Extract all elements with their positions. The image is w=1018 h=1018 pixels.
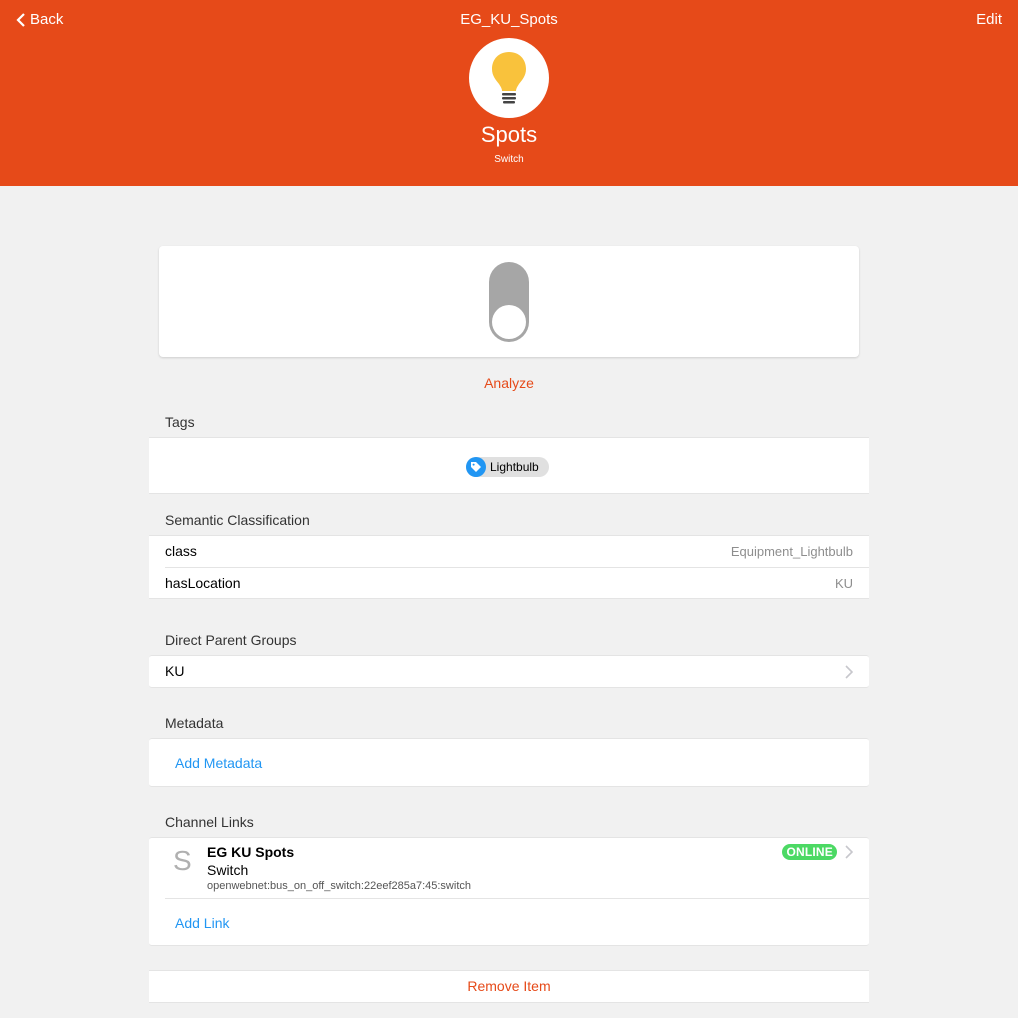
parents-section-title: Direct Parent Groups	[165, 632, 297, 648]
chevron-right-icon	[845, 665, 853, 679]
tag-icon	[466, 457, 486, 477]
switch-toggle[interactable]	[489, 262, 529, 342]
semantic-key: hasLocation	[165, 575, 241, 591]
channel-links-list: S EG KU Spots Switch openwebnet:bus_on_o…	[149, 837, 869, 946]
channel-links-section-title: Channel Links	[165, 814, 254, 830]
add-metadata-link[interactable]: Add Metadata	[175, 755, 262, 771]
link-name: EG KU Spots	[207, 844, 295, 860]
lightbulb-icon	[492, 52, 526, 104]
row-divider	[165, 898, 869, 899]
parents-list: KU	[149, 655, 869, 688]
tags-section-title: Tags	[165, 414, 195, 430]
link-avatar-letter: S	[173, 845, 192, 876]
tag-chip[interactable]: Lightbulb	[466, 457, 549, 477]
semantic-row-class: class Equipment_Lightbulb	[149, 536, 869, 567]
metadata-list: Add Metadata	[149, 738, 869, 787]
parent-group-item[interactable]: KU	[149, 656, 869, 687]
semantic-section-title: Semantic Classification	[165, 512, 310, 528]
chevron-right-icon	[845, 845, 853, 859]
item-avatar	[469, 38, 549, 118]
state-card	[159, 246, 859, 357]
parent-group-label: KU	[165, 663, 185, 679]
channel-link-item[interactable]: S EG KU Spots Switch openwebnet:bus_on_o…	[149, 838, 869, 898]
semantic-value: KU	[834, 576, 853, 591]
analyze-button[interactable]: Analyze	[0, 375, 1018, 391]
semantic-key: class	[165, 543, 197, 559]
remove-item-button[interactable]: Remove Item	[149, 970, 869, 1003]
link-channel-uid: openwebnet:bus_on_off_switch:22eef285a7:…	[207, 880, 471, 892]
item-header: Back EG_KU_Spots Edit Spots Switch	[0, 0, 1018, 186]
link-type: Switch	[207, 862, 249, 878]
item-label: Spots	[480, 122, 538, 147]
add-link-button[interactable]: Add Link	[175, 915, 229, 931]
status-badge: ONLINE	[782, 844, 837, 860]
item-type: Switch	[494, 154, 524, 165]
toggle-knob	[492, 305, 526, 339]
semantic-value: Equipment_Lightbulb	[730, 544, 853, 559]
page-title: EG_KU_Spots	[460, 11, 558, 28]
tag-label: Lightbulb	[490, 460, 539, 474]
tags-list: Lightbulb	[149, 437, 869, 494]
semantic-list: class Equipment_Lightbulb hasLocation KU	[149, 535, 869, 599]
semantic-row-location: hasLocation KU	[149, 568, 869, 599]
metadata-section-title: Metadata	[165, 715, 224, 731]
edit-button[interactable]: Edit	[976, 11, 1002, 28]
